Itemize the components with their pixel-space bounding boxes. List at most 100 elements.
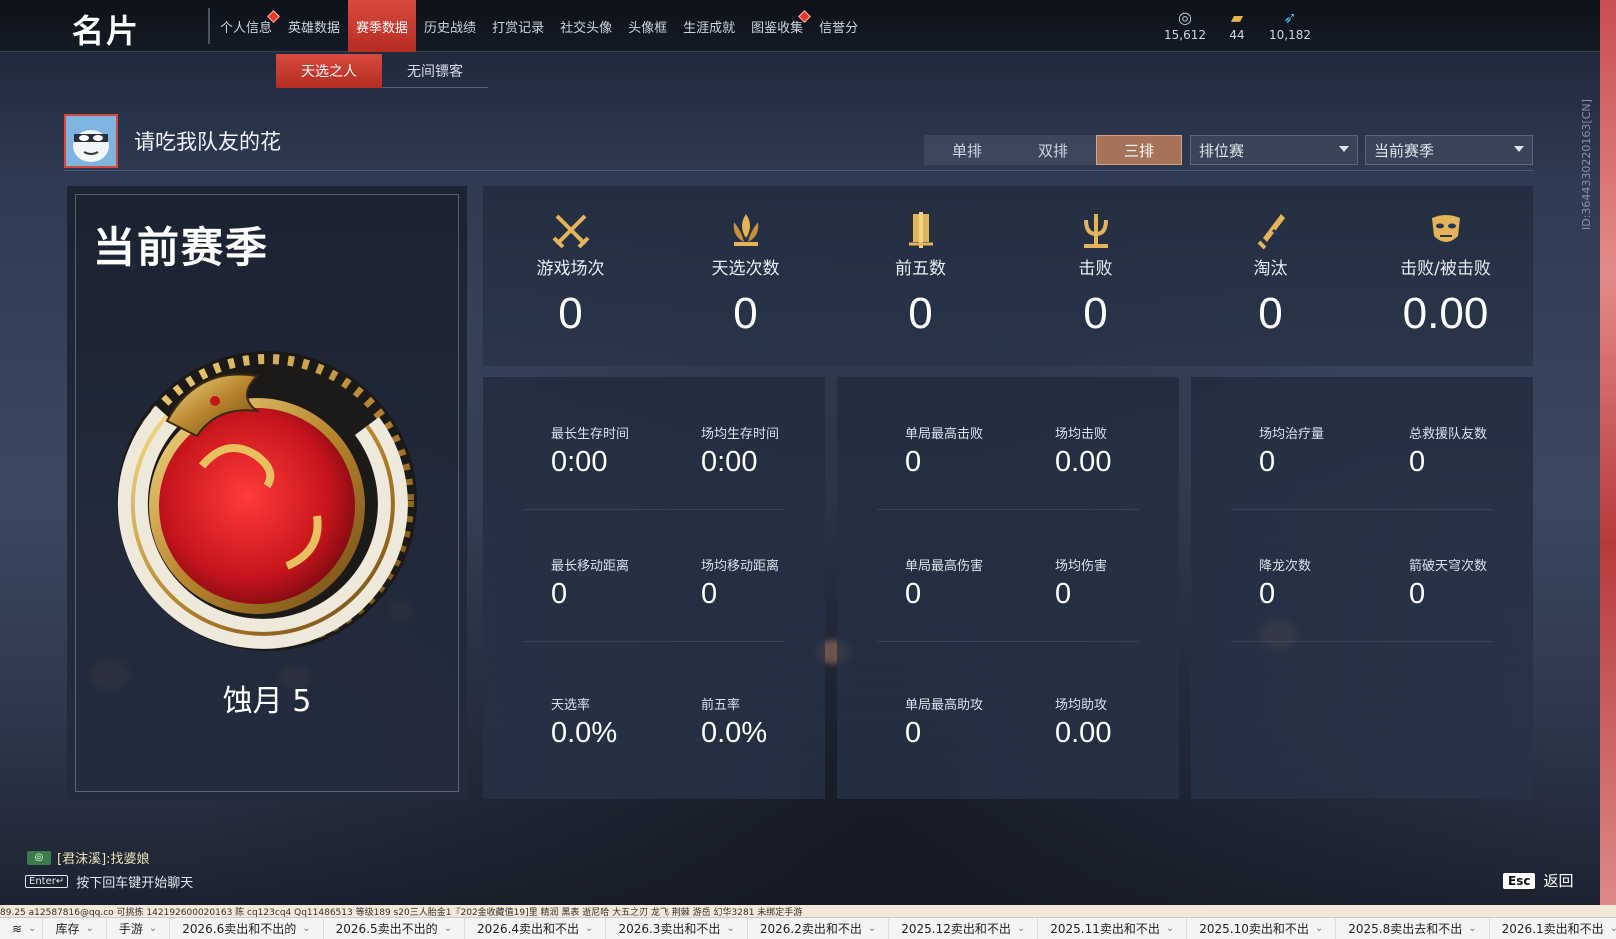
nav-tab[interactable]: 图鉴收集	[743, 0, 812, 52]
stat-cell: 场均移动距离 0	[701, 555, 851, 611]
currency-value: 15,612	[1164, 28, 1206, 42]
season-value: 当前赛季	[1374, 141, 1435, 160]
sub-tab[interactable]: 天选之人	[276, 54, 382, 88]
summary-stat: 击败 0	[1008, 186, 1183, 366]
nav-tab-label: 历史战绩	[424, 20, 477, 36]
stat-value: 0:00	[551, 446, 608, 478]
stat-cell: 场均伤害 0	[1055, 555, 1205, 611]
player-name: 请吃我队友的花	[134, 130, 281, 154]
nav-tab[interactable]: 头像框	[620, 0, 675, 52]
nav-tab[interactable]: 个人信息	[212, 0, 280, 52]
sheet-tab[interactable]: 2026.1卖出和不出	[1490, 918, 1616, 939]
season-rank-panel: 当前赛季 蚀月 5	[67, 186, 467, 800]
queue-mode-tab[interactable]: 单排	[924, 135, 1010, 165]
top-navigation-bar: 名片 个人信息 英雄数据 赛季数据 历史战绩 打赏记录 社交头像 头像框 生涯成就 图鉴收集 信誉…	[0, 0, 1600, 52]
main-nav: 个人信息 英雄数据 赛季数据 历史战绩 打赏记录 社交头像 头像框 生涯成就 图鉴收集 信誉分	[212, 0, 866, 52]
stat-value: 0.0%	[701, 717, 768, 749]
stat-label: 降龙次数	[1259, 559, 1312, 574]
stat-label: 单局最高伤害	[905, 559, 984, 574]
sheet-tab[interactable]: 2026.2卖出和不出	[748, 918, 890, 939]
sheet-tab[interactable]: 2026.5卖出不出的	[324, 918, 466, 939]
divider	[1231, 641, 1493, 642]
divider	[523, 509, 785, 510]
summary-stat: 游戏场次 0	[483, 186, 658, 366]
crossed-swords-icon	[552, 214, 589, 249]
stat-value: 0	[1259, 578, 1276, 610]
broken-blade-icon	[1257, 214, 1285, 250]
nav-tab-label: 信誉分	[819, 20, 859, 36]
stat-value: 0	[905, 446, 922, 478]
stat-label: 游戏场次	[536, 259, 605, 279]
nav-tab[interactable]: 生涯成就	[675, 0, 743, 52]
sheet-tab[interactable]: 2025.8卖出去和不出	[1336, 918, 1490, 939]
stat-group-panel: 最长生存时间 0:00 场均生存时间 0:00 最长移动距离 0 场均移动距离 0 天选率 0.0…	[483, 377, 825, 799]
player-uid: ID:3644330220163[CN]	[1580, 99, 1593, 230]
nav-tab-label: 英雄数据	[288, 20, 341, 36]
nav-tab[interactable]: 社交头像	[552, 0, 620, 52]
summary-stat: 击败/被击败 0.00	[1358, 186, 1533, 366]
queue-mode-tab[interactable]: 三排	[1096, 135, 1182, 165]
stat-label: 单局最高助攻	[905, 698, 984, 713]
sheet-tab[interactable]: 2025.11卖出和不出	[1038, 918, 1188, 939]
sheet-tab[interactable]: 2025.10卖出和不出	[1187, 918, 1337, 939]
stat-group-panel: 场均治疗量 0 总救援队友数 0 降龙次数 0 箭破天穹次数 0	[1191, 377, 1533, 799]
match-type-select[interactable]: 排位赛	[1190, 135, 1358, 165]
nav-tab[interactable]: 信誉分	[811, 0, 866, 52]
stat-label: 前五率	[701, 698, 741, 713]
mask-icon	[1431, 215, 1460, 242]
avatar-face-icon	[66, 116, 116, 166]
spreadsheet-row: 89.25 a12587816@qq.co 可挑拣 14219260002016…	[0, 905, 1616, 917]
stat-cell: 前五率 0.0%	[701, 694, 851, 750]
stat-value: 0.00	[1055, 446, 1112, 478]
stat-label: 总救援队友数	[1409, 427, 1488, 442]
currency: ➶ 10,182	[1260, 8, 1320, 42]
sheet-tab[interactable]: 2025.12卖出和不出	[889, 918, 1039, 939]
coin-icon: ◎	[1178, 8, 1192, 27]
stat-label: 淘汰	[1253, 259, 1288, 279]
avatar[interactable]	[64, 114, 118, 168]
nav-tab[interactable]: 打赏记录	[484, 0, 552, 52]
stat-cell: 场均生存时间 0:00	[701, 423, 851, 479]
queue-mode-tab[interactable]: 双排	[1010, 135, 1096, 165]
stat-cell: 单局最高伤害 0	[905, 555, 1055, 611]
stat-label: 箭破天穹次数	[1409, 559, 1488, 574]
layers-icon[interactable]: ≋	[0, 918, 44, 939]
stat-value: 0	[733, 289, 758, 338]
stat-label: 场均伤害	[1055, 559, 1108, 574]
currency-value: 44	[1229, 28, 1245, 42]
summary-stat: 淘汰 0	[1183, 186, 1358, 366]
stat-cell: 最长生存时间 0:00	[551, 423, 701, 479]
stat-group-panel: 单局最高击败 0 场均击败 0.00 单局最高伤害 0 场均伤害 0 单局最高助攻 0 场均助攻 0.…	[837, 377, 1179, 799]
rank-emblem-icon	[117, 351, 417, 651]
enter-key-icon: Enter↵	[25, 875, 69, 888]
back-label: 返回	[1543, 872, 1574, 890]
sheet-tab[interactable]: 2026.3卖出和不出	[606, 918, 748, 939]
nav-tab-label: 社交头像	[560, 20, 613, 36]
back-button[interactable]: Esc 返回	[1503, 870, 1573, 891]
season-title: 当前赛季	[93, 223, 270, 272]
esc-key-icon: Esc	[1503, 872, 1536, 889]
sheet-tab[interactable]: 2026.4卖出和不出	[465, 918, 607, 939]
nav-tab[interactable]: 历史战绩	[416, 0, 484, 52]
stat-value: 0.00	[1055, 717, 1112, 749]
stat-value: 0	[701, 578, 718, 610]
sheet-tab[interactable]: 库存	[43, 918, 107, 939]
stat-value: 0	[905, 578, 922, 610]
stat-value: 0	[551, 578, 568, 610]
stat-value: 0.00	[1402, 289, 1489, 338]
currency: ◎ 15,612	[1155, 8, 1215, 42]
season-select[interactable]: 当前赛季	[1365, 135, 1533, 165]
banner-icon	[908, 212, 933, 248]
stat-cell: 箭破天穹次数 0	[1409, 555, 1559, 611]
sub-tab[interactable]: 无间镖客	[382, 54, 488, 88]
summary-stat: 前五数 0	[833, 186, 1008, 366]
nav-tab[interactable]: 赛季数据	[348, 0, 417, 52]
sheet-tab[interactable]: 手游	[107, 918, 171, 939]
sheet-tab[interactable]: 2026.6卖出和不出的	[170, 918, 324, 939]
chat-hint[interactable]: Enter↵ 按下回车键开始聊天	[25, 872, 193, 891]
nav-tab[interactable]: 英雄数据	[280, 0, 348, 52]
stat-value: 0	[905, 717, 922, 749]
stat-value: 0	[1055, 578, 1072, 610]
nav-tab-label: 头像框	[628, 20, 668, 36]
stat-label: 场均移动距离	[701, 559, 780, 574]
